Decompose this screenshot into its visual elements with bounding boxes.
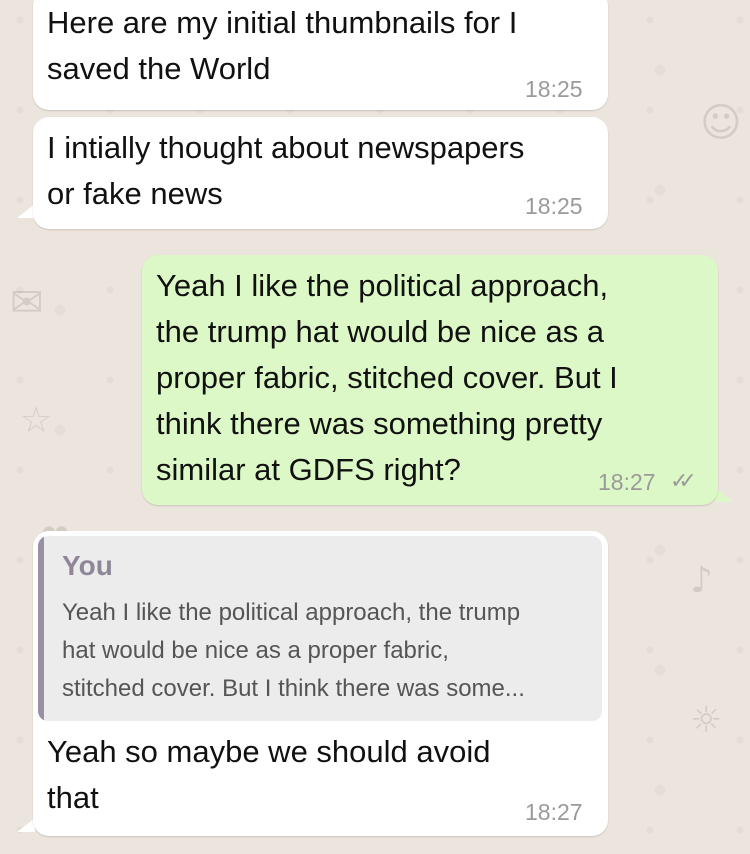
message-timestamp: 18:25 [525,76,583,102]
message-bubble-incoming[interactable]: You Yeah I like the political approach, … [33,531,608,836]
message-bubble-incoming[interactable]: I intially thought about newspapers or f… [33,117,608,229]
message-timestamp: 18:27 [598,469,656,495]
doodle-icon: ♪ [690,560,713,601]
message-text: I intially thought about newspapers or f… [47,130,525,211]
doodle-icon: ☺ [700,100,742,146]
message-bubble-outgoing[interactable]: Yeah I like the political approach, the … [142,255,718,505]
quoted-author: You [62,550,113,581]
quoted-text: Yeah I like the political approach, the … [62,599,525,702]
message-text: Yeah so maybe we should avoid that [47,734,491,815]
doodle-icon: ☆ [20,400,53,441]
message-timestamp: 18:27 [525,799,583,825]
message-bubble-incoming[interactable]: Here are my initial thumbnails for I sav… [33,0,608,110]
doodle-icon: ☼ [690,700,723,741]
message-timestamp: 18:25 [525,193,583,219]
doodle-icon: ✉ [10,280,44,326]
quote-bar [38,536,44,721]
message-text: Yeah I like the political approach, the … [156,268,618,487]
message-text: Here are my initial thumbnails for I sav… [47,5,518,86]
double-check-icon: ✓✓ [670,469,697,494]
quoted-message[interactable]: You Yeah I like the political approach, … [38,536,602,721]
